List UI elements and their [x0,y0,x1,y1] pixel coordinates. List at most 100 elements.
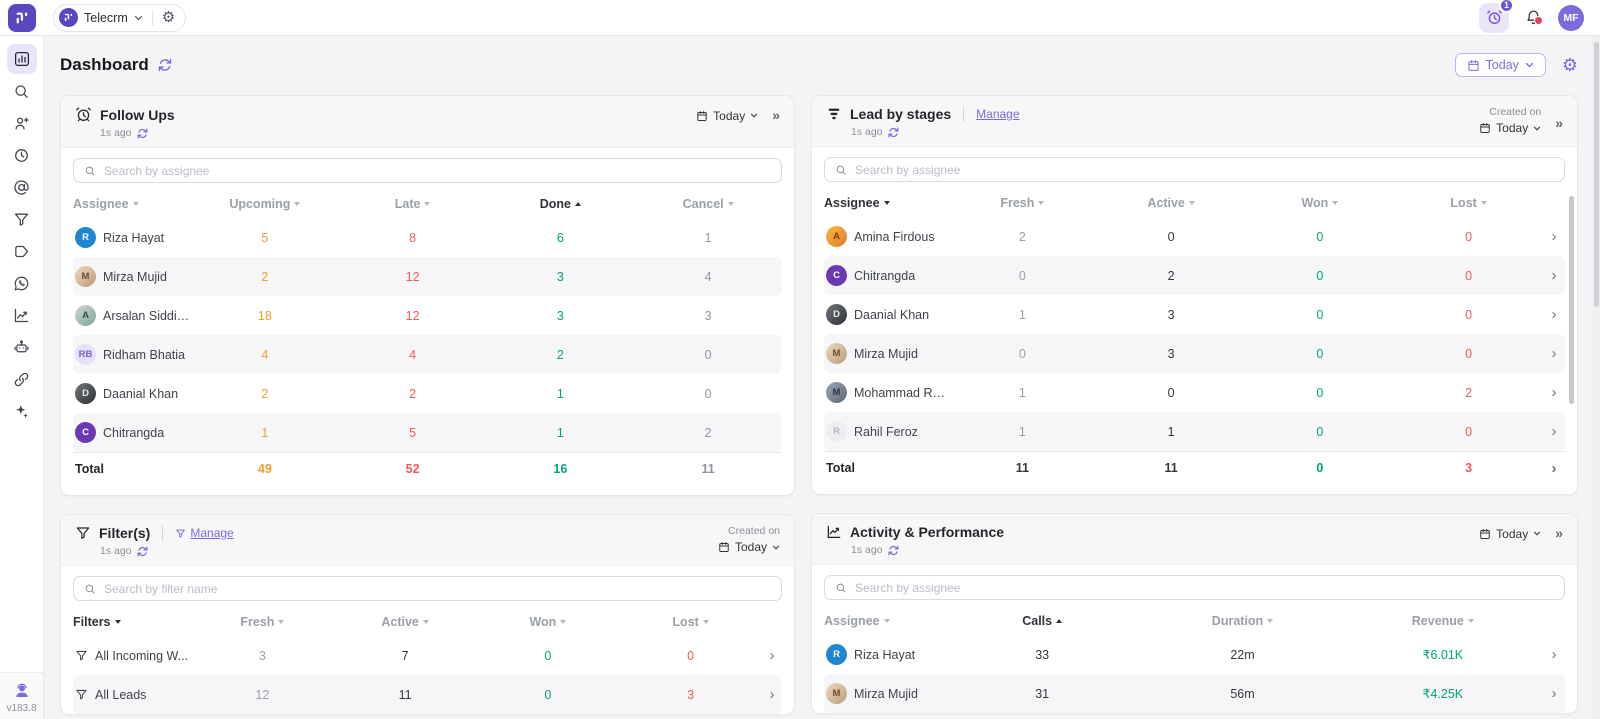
table-row[interactable]: MMirza Mujid 21234 [73,257,782,296]
search-input[interactable] [855,163,1554,177]
table-row[interactable]: RRiza Hayat 33 22m ₹6.01K › [824,635,1565,674]
table-row[interactable]: All Leads 121103 › [73,675,782,714]
column-header-duration[interactable]: Duration [1142,614,1342,628]
sidebar-item-mentions[interactable] [7,172,37,202]
manage-stages-link[interactable]: Manage [976,107,1019,121]
activity-performance-widget: Activity & Performance 1s ago [811,513,1578,714]
search-input[interactable] [104,164,771,178]
user-avatar[interactable]: MF [1558,5,1584,31]
sort-asc-icon [575,202,581,206]
column-header-active[interactable]: Active [334,615,477,629]
sidebar-item-dashboard[interactable] [7,44,37,74]
column-header-won[interactable]: Won [1246,196,1395,210]
widget-date-filter[interactable]: Today [1479,121,1541,135]
sidebar-item-search[interactable] [7,76,37,106]
created-on-label: Created on [1489,106,1541,118]
column-header-cancel[interactable]: Cancel [634,197,782,211]
app-version: v183.8 [6,703,36,714]
table-row[interactable]: MMohammad Ra... 1002 › [824,373,1565,412]
column-header-assignee[interactable]: Assignee [824,614,942,628]
table-row[interactable]: All Incoming W... 3700 › [73,636,782,675]
column-header-active[interactable]: Active [1097,196,1246,210]
column-header-done[interactable]: Done [487,197,635,211]
table-row[interactable]: AArsalan Siddiqui 181233 [73,296,782,335]
column-header-fresh[interactable]: Fresh [948,196,1097,210]
search-input[interactable] [855,581,1554,595]
sidebar-item-history[interactable] [7,140,37,170]
sidebar-footer: v183.8 [0,672,43,719]
row-chevron-icon: › [1543,461,1565,476]
sidebar-item-filters[interactable] [7,204,37,234]
lead-by-stages-search[interactable] [824,157,1565,182]
manage-filters-link[interactable]: Manage [175,526,233,540]
filters-search[interactable] [73,576,782,601]
page-scrollbar-thumb[interactable] [1594,42,1599,307]
refresh-icon[interactable] [137,128,148,139]
avatar: A [75,305,96,326]
sidebar-item-add-user[interactable] [7,108,37,138]
refresh-icon[interactable] [158,58,172,72]
dashboard-settings-icon[interactable]: ⚙ [1562,56,1578,74]
column-header-late[interactable]: Late [339,197,487,211]
table-row[interactable]: DDaanial Khan 1300 › [824,295,1565,334]
expand-widget-icon[interactable]: » [772,106,780,126]
column-header-lost[interactable]: Lost [619,615,762,629]
total-row: Total 111103 › [824,451,1565,484]
widget-date-filter[interactable]: Today [1479,527,1541,541]
column-header-assignee[interactable]: Assignee [824,196,948,210]
avatar: M [75,266,96,287]
bar-chart-icon [13,50,31,68]
sidebar-item-whatsapp[interactable] [7,268,37,298]
table-row[interactable]: RRiza Hayat 5861 [73,218,782,257]
column-header-upcoming[interactable]: Upcoming [191,197,339,211]
column-header-filters[interactable]: Filters [73,615,191,629]
refresh-icon[interactable] [888,545,899,556]
avatar: D [75,383,96,404]
sidebar-item-bot[interactable] [7,332,37,362]
support-icon[interactable] [13,682,31,700]
tag-icon [13,243,30,260]
sidebar-item-integrations[interactable] [7,364,37,394]
workspace-settings-icon[interactable]: ⚙ [162,10,175,25]
refresh-icon[interactable] [137,546,148,557]
table-row[interactable]: RBRidham Bhatia 4420 [73,335,782,374]
activity-search[interactable] [824,575,1565,600]
chevron-down-icon [1533,126,1541,131]
column-header-calls[interactable]: Calls [942,614,1142,628]
expand-widget-icon[interactable]: » [1555,524,1563,544]
follow-ups-search[interactable] [73,158,782,183]
global-date-filter-button[interactable]: Today [1455,53,1546,77]
column-header-assignee[interactable]: Assignee [73,197,191,211]
column-header-fresh[interactable]: Fresh [191,615,334,629]
table-row[interactable]: MMirza Mujid 31 56m ₹4.25K › [824,674,1565,713]
column-header-revenue[interactable]: Revenue [1343,614,1543,628]
chevron-down-icon [750,113,758,118]
widget-date-filter[interactable]: Today [718,540,780,554]
table-row[interactable]: MMirza Mujid 0300 › [824,334,1565,373]
notifications-button[interactable] [1525,9,1542,26]
table-row[interactable]: CChitrangda 1512 [73,413,782,452]
telecrm-logo[interactable] [8,4,36,32]
row-chevron-icon: › [762,687,782,702]
widget-date-filter[interactable]: Today [696,109,758,123]
row-chevron-icon: › [1543,686,1565,701]
reminders-button[interactable]: 1 [1479,3,1509,33]
table-row[interactable]: DDaanial Khan 2210 [73,374,782,413]
search-input[interactable] [104,582,771,596]
widget-scrollbar[interactable] [1569,196,1574,404]
table-row[interactable]: AAmina Firdous 2000 › [824,217,1565,256]
refresh-icon[interactable] [888,127,899,138]
sidebar-item-ai[interactable] [7,396,37,426]
table-row[interactable]: RRahil Feroz 1100 › [824,412,1565,451]
avatar: R [826,421,847,442]
table-row[interactable]: CChitrangda 0200 › [824,256,1565,295]
column-header-lost[interactable]: Lost [1394,196,1543,210]
avatar: A [826,226,847,247]
expand-widget-icon[interactable]: » [1555,114,1563,134]
sidebar-item-tags[interactable] [7,236,37,266]
page-scrollbar[interactable] [1592,36,1600,719]
workspace-switcher[interactable]: Telecrm ⚙ [53,4,186,32]
sort-asc-icon [1056,619,1062,623]
column-header-won[interactable]: Won [477,615,620,629]
sidebar-item-analytics[interactable] [7,300,37,330]
